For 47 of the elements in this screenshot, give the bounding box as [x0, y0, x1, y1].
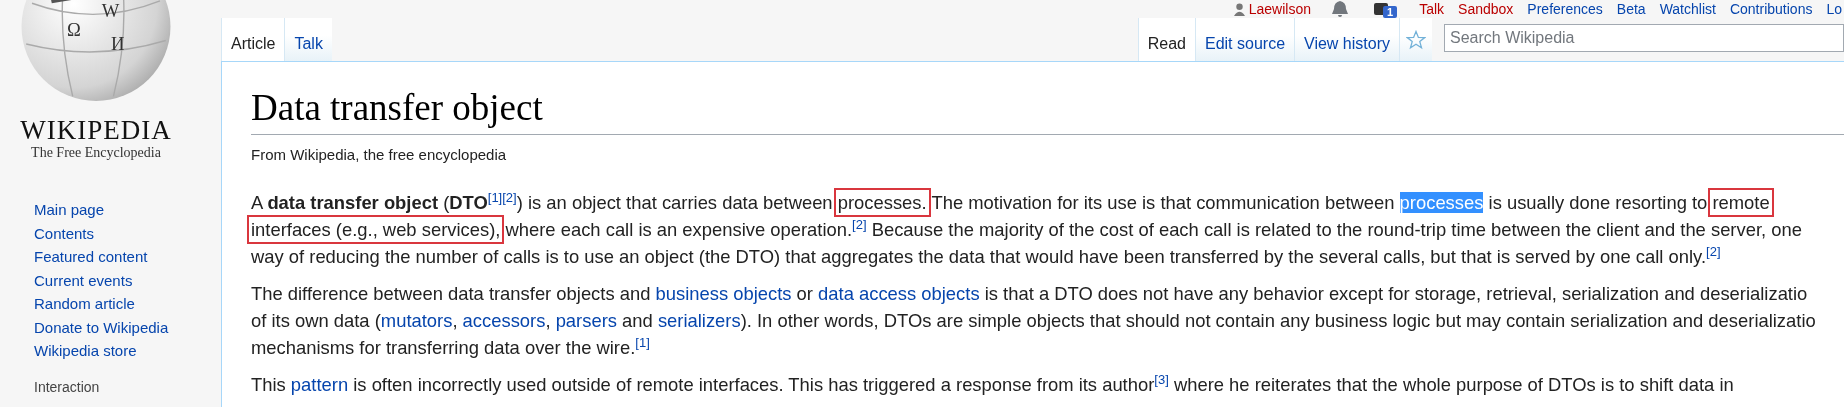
paragraph: The difference between data transfer objects and business objects or data access objects is that a DTO does not have any behavior except for storage, retrieval, serialization and deserializatio of its own data (mutators, accessors, parsers and serializers). In other words, DTOs are simple objects that should not contain any business logic but may contain serialization and deserializatio mechanisms for transferring data over the wire.$^{[1]}$	[251, 282, 1817, 360]
notification-badge[interactable]: 1	[1383, 6, 1398, 18]
user-icon	[1233, 2, 1245, 16]
page-title: Data transfer object	[251, 86, 1844, 135]
sidebar-link[interactable]: Contents	[34, 221, 95, 245]
reference-link[interactable]: [2]	[502, 189, 517, 205]
sidebar-link[interactable]: Current events	[34, 268, 133, 292]
reference-link[interactable]: [1]	[487, 189, 503, 205]
reference-link[interactable]: [2]	[852, 216, 867, 232]
reference-link[interactable]: [2]	[1706, 243, 1721, 259]
link[interactable]: business objects	[655, 283, 792, 304]
sidebar-link[interactable]: Random article	[34, 292, 135, 316]
page-tagline: From Wikipedia, the free encyclopedia	[251, 145, 508, 165]
sidebar-heading: Interaction	[34, 378, 100, 395]
link[interactable]: data access objects	[818, 283, 980, 304]
bell-icon[interactable]	[1331, 0, 1350, 18]
tab[interactable]: Article	[221, 18, 285, 62]
sidebar-link[interactable]: Main page	[34, 198, 105, 222]
search-field[interactable]: Search Wikipedia	[1444, 24, 1844, 52]
wordmark: WIKIPEDIA	[20, 116, 172, 144]
sidebar-link[interactable]: Donate to Wikipedia	[34, 315, 169, 339]
link[interactable]: mutators	[380, 310, 453, 331]
personal-link[interactable]: Beta	[1616, 1, 1646, 17]
personal-link[interactable]: Watchlist	[1659, 1, 1716, 17]
tab[interactable]: View history	[1294, 18, 1399, 62]
personal-link[interactable]: Preferences	[1527, 1, 1603, 17]
paragraph: This pattern is often incorrectly used outside of remote interfaces. This has triggered a response from its author$^{[3]}$ where he reiterates that the whole purpose of DTOs is to shift data in	[251, 371, 1735, 397]
personal-link[interactable]: Contributions	[1729, 1, 1813, 17]
reference-link[interactable]: [3]	[1154, 371, 1169, 387]
tab[interactable]: Edit source	[1195, 18, 1295, 62]
personal-link[interactable]: Lo	[1826, 1, 1842, 17]
star-icon[interactable]	[1406, 29, 1426, 50]
link[interactable]: accessors	[462, 310, 546, 331]
reference-link[interactable]: [1]	[635, 334, 650, 350]
link[interactable]: parsers	[555, 310, 617, 331]
user-link[interactable]: Laewilson	[1248, 1, 1312, 17]
selected-text: processes	[1399, 192, 1484, 213]
link[interactable]: pattern	[290, 374, 349, 395]
logo-tagline: The Free Encyclopedia	[31, 144, 161, 162]
sidebar-link[interactable]: Featured content	[34, 245, 148, 269]
link[interactable]: serializers	[657, 310, 741, 331]
sidebar-link[interactable]: Wikipedia store	[34, 339, 137, 363]
tab[interactable]: Read	[1137, 18, 1195, 62]
personal-link[interactable]: Sandbox	[1458, 1, 1514, 17]
paragraph: A data transfer object (DTO$^{[1]}$$^{[2]}$) is an object that carries data between processes. The motivation for its use is that communication between processes is usually done resorting to remote interfaces (e.g., web services), where each call is an expensive operation.$^{[2]}$ Because the majority of the cost of each call is related to the round-trip time between the client and the server, one way of reducing the number of calls is to use an object (the DTO) that aggregates the data that would have been transferred by the several calls, but that is served by one call only.$^{[2]}$	[251, 189, 1844, 270]
tab[interactable]: Talk	[284, 18, 332, 62]
personal-link[interactable]: Talk	[1419, 1, 1445, 17]
